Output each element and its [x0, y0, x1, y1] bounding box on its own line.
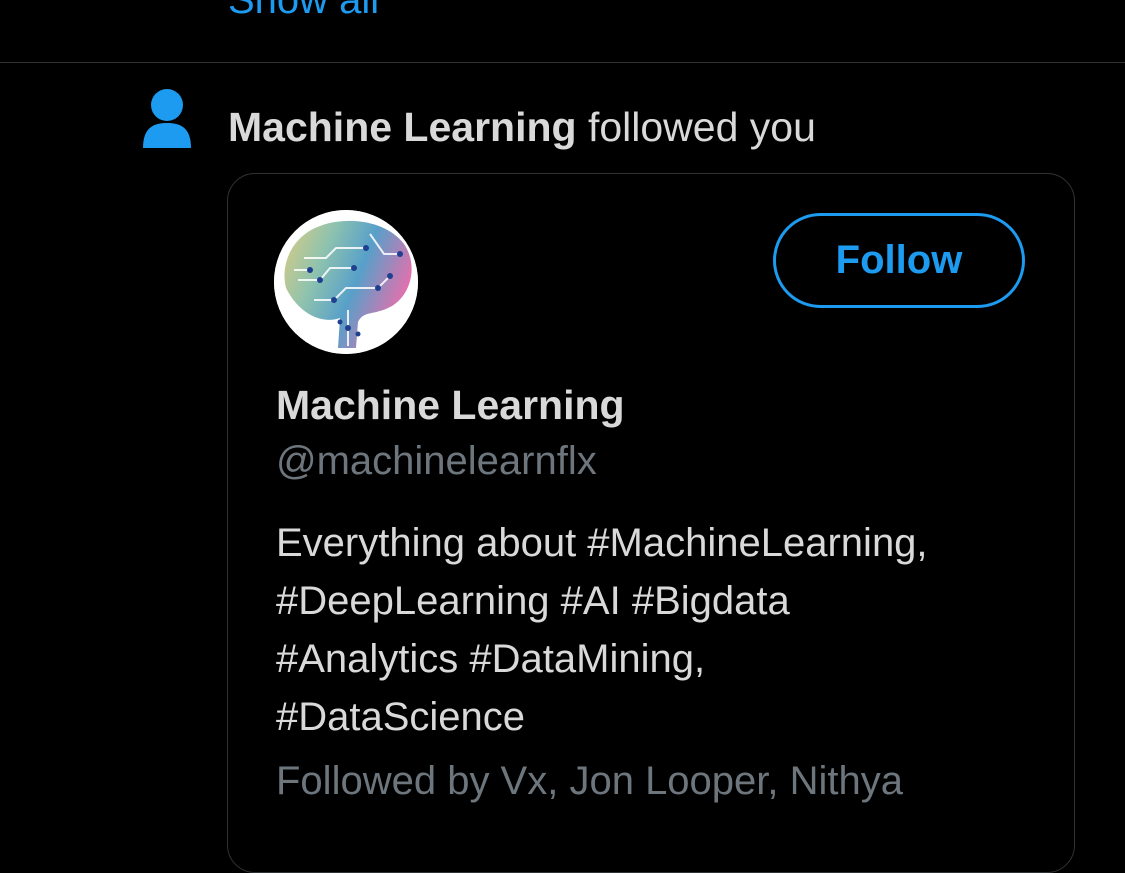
bio-line: Everything about #MachineLearning,	[276, 521, 928, 565]
bio-line: #Analytics #DataMining,	[276, 637, 706, 681]
person-icon	[141, 88, 193, 150]
brain-circuit-avatar-icon	[274, 210, 418, 354]
show-all-link[interactable]: Show all	[228, 0, 379, 20]
notification-text: Machine Learning followed you	[228, 102, 816, 152]
avatar[interactable]	[274, 210, 418, 354]
section-divider	[0, 62, 1125, 63]
profile-display-name[interactable]: Machine Learning	[276, 380, 625, 430]
bio-line: #DataScience	[276, 695, 526, 739]
notification-actor-name[interactable]: Machine Learning	[228, 104, 577, 150]
follow-button[interactable]: Follow	[773, 213, 1025, 308]
notification-action: followed you	[587, 104, 816, 150]
followed-by-text[interactable]: Followed by Vx, Jon Looper, Nithya	[276, 756, 903, 806]
profile-handle: @machinelearnflx	[276, 439, 597, 483]
bio-line: #DeepLearning #AI #Bigdata	[276, 579, 790, 623]
profile-bio: Everything about #MachineLearning, #Deep…	[276, 514, 1046, 746]
